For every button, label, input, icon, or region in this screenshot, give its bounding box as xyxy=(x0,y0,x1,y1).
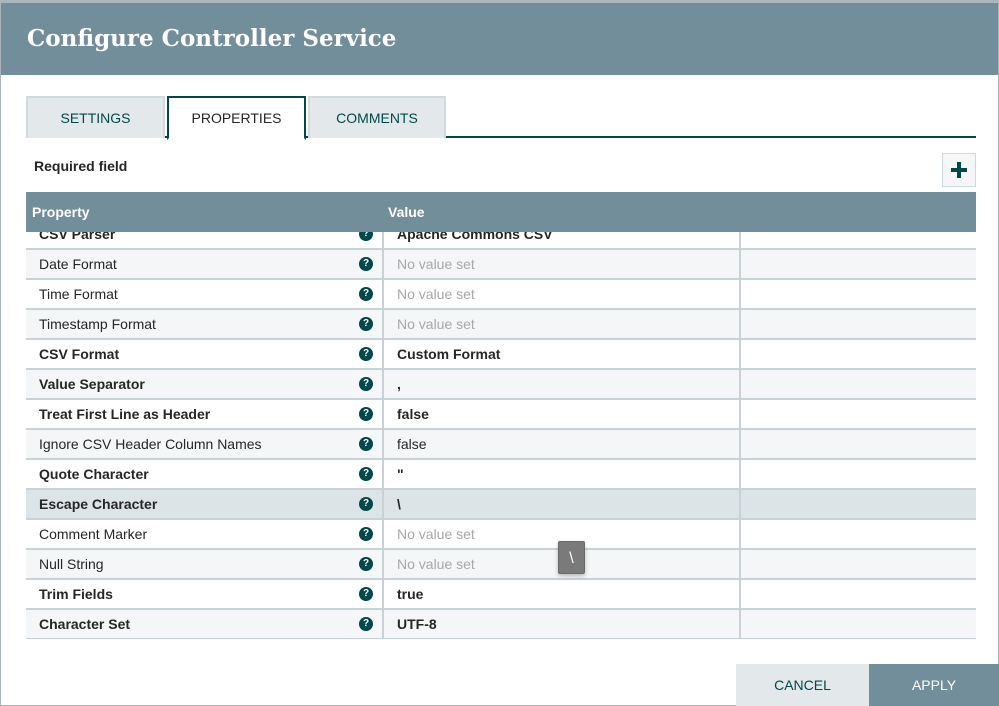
column-divider xyxy=(739,310,741,340)
help-icon[interactable]: ? xyxy=(359,407,373,421)
help-icon[interactable]: ? xyxy=(359,557,373,571)
property-row[interactable]: Escape Character? \ xyxy=(26,490,976,520)
property-name: Trim Fields xyxy=(39,586,113,602)
property-name: CSV Format xyxy=(39,346,120,362)
property-name: Date Format xyxy=(39,256,117,272)
column-divider xyxy=(382,460,384,490)
column-divider xyxy=(382,370,384,400)
property-name: Escape Character xyxy=(39,496,158,512)
column-divider xyxy=(382,430,384,460)
column-divider xyxy=(739,400,741,430)
column-divider xyxy=(382,310,384,340)
help-icon[interactable]: ? xyxy=(359,347,373,361)
column-divider xyxy=(382,250,384,280)
property-row[interactable]: Trim Fields? true xyxy=(26,580,976,610)
property-value[interactable]: true xyxy=(397,580,423,608)
column-divider xyxy=(382,340,384,370)
property-value[interactable]: No value set xyxy=(397,520,475,548)
property-name: Time Format xyxy=(39,286,118,302)
property-name: Value Separator xyxy=(39,376,145,392)
column-header-value[interactable]: Value xyxy=(388,192,425,232)
properties-table: CSV Parser? Apache Commons CSV Date Format… xyxy=(26,192,976,639)
column-divider xyxy=(739,430,741,460)
property-row[interactable]: Comment Marker? No value set xyxy=(26,520,976,550)
properties-table-body: CSV Parser? Apache Commons CSV Date Format… xyxy=(26,220,976,639)
property-row[interactable]: Time Format? No value set xyxy=(26,280,976,310)
column-divider xyxy=(739,460,741,490)
column-divider xyxy=(739,580,741,610)
property-value[interactable]: No value set xyxy=(397,250,475,278)
property-value[interactable]: , xyxy=(397,370,401,398)
property-value[interactable]: Custom Format xyxy=(397,340,500,368)
tab-settings[interactable]: SETTINGS xyxy=(26,96,165,138)
column-divider xyxy=(739,340,741,370)
column-divider xyxy=(739,550,741,580)
property-row[interactable]: CSV Format? Custom Format xyxy=(26,340,976,370)
property-value[interactable]: \ xyxy=(397,490,401,518)
property-name: Timestamp Format xyxy=(39,316,156,332)
property-row[interactable]: Null String? No value set xyxy=(26,550,976,580)
help-icon[interactable]: ? xyxy=(359,467,373,481)
help-icon[interactable]: ? xyxy=(359,377,373,391)
apply-button[interactable]: APPLY xyxy=(869,664,999,706)
property-value[interactable]: false xyxy=(397,430,427,458)
cancel-button[interactable]: CANCEL xyxy=(736,664,869,706)
properties-table-header: Property Value xyxy=(26,192,976,232)
help-icon[interactable]: ? xyxy=(359,257,373,271)
column-divider xyxy=(382,550,384,580)
property-name: Quote Character xyxy=(39,466,149,482)
column-divider xyxy=(382,280,384,310)
property-name: Treat First Line as Header xyxy=(39,406,211,422)
add-property-button[interactable] xyxy=(942,153,976,187)
help-icon[interactable]: ? xyxy=(359,287,373,301)
column-divider xyxy=(739,250,741,280)
column-divider xyxy=(382,610,384,639)
tab-bar: SETTINGS PROPERTIES COMMENTS xyxy=(26,96,976,140)
column-divider xyxy=(739,610,741,639)
property-name: Comment Marker xyxy=(39,526,148,542)
column-divider xyxy=(382,490,384,520)
property-row[interactable]: Value Separator?, xyxy=(26,370,976,400)
column-divider xyxy=(382,400,384,430)
help-icon[interactable]: ? xyxy=(359,497,373,511)
property-name: Null String xyxy=(39,556,104,572)
property-value[interactable]: No value set xyxy=(397,310,475,338)
help-icon[interactable]: ? xyxy=(359,617,373,631)
required-field-legend: Required field xyxy=(34,158,128,174)
column-divider xyxy=(739,490,741,520)
column-divider xyxy=(739,370,741,400)
property-value[interactable]: No value set xyxy=(397,550,475,578)
tab-comments[interactable]: COMMENTS xyxy=(308,96,446,138)
property-value[interactable]: No value set xyxy=(397,280,475,308)
property-row[interactable]: Quote Character? " xyxy=(26,460,976,490)
help-icon[interactable]: ? xyxy=(359,317,373,331)
property-row[interactable]: Timestamp Format? No value set xyxy=(26,310,976,340)
property-row[interactable]: Ignore CSV Header Column Names? false xyxy=(26,430,976,460)
property-value[interactable]: " xyxy=(397,460,404,488)
property-row[interactable]: Treat First Line as Header? false xyxy=(26,400,976,430)
property-row[interactable]: Date Format? No value set xyxy=(26,250,976,280)
help-icon[interactable]: ? xyxy=(359,437,373,451)
column-divider xyxy=(382,580,384,610)
dialog-title: Configure Controller Service xyxy=(27,25,397,52)
column-divider xyxy=(739,520,741,550)
value-tooltip: \ xyxy=(558,541,585,574)
column-header-property[interactable]: Property xyxy=(32,192,90,232)
plus-icon xyxy=(951,162,967,178)
column-divider xyxy=(382,520,384,550)
property-value[interactable]: UTF-8 xyxy=(397,610,437,638)
help-icon[interactable]: ? xyxy=(359,587,373,601)
column-divider xyxy=(739,280,741,310)
help-icon[interactable]: ? xyxy=(359,527,373,541)
property-row[interactable]: Character Set? UTF-8 xyxy=(26,610,976,639)
tab-properties[interactable]: PROPERTIES xyxy=(167,96,306,140)
dialog-header: Configure Controller Service xyxy=(1,3,998,75)
property-value[interactable]: false xyxy=(397,400,429,428)
property-name: Ignore CSV Header Column Names xyxy=(39,436,262,452)
property-name: Character Set xyxy=(39,616,131,632)
